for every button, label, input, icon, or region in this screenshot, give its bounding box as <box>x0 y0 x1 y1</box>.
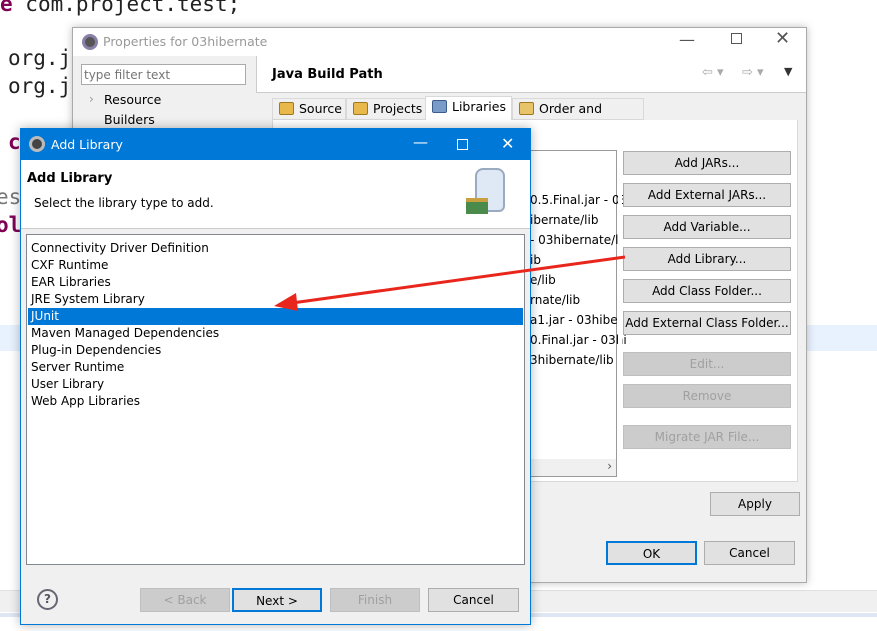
annotation-arrow <box>274 255 626 311</box>
